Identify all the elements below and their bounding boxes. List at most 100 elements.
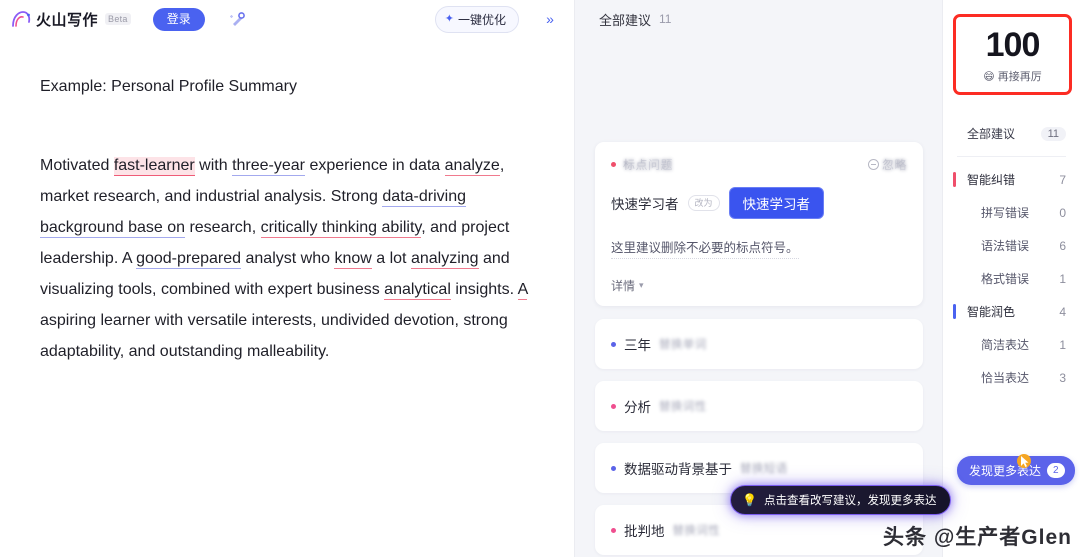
- sidebar-item-格式错误[interactable]: 格式错误 1: [943, 262, 1080, 295]
- suggestions-header-label: 全部建议: [599, 12, 652, 28]
- suggestions-list[interactable]: 标点问题 忽略 快速学习者 改为 快速学习者 这里建议删除不必要的标点符号。 详…: [575, 38, 952, 557]
- discover-count: 2: [1047, 463, 1065, 478]
- sidebar-sub-label: 格式错误: [981, 272, 1030, 286]
- sidebar-item-恰当表达[interactable]: 恰当表达 3: [943, 361, 1080, 394]
- sidebar-groups-container: 智能纠错 7 拼写错误 0 语法错误 6 格式错误 1 智能润色 4 简洁表达 1 恰当表达 3: [943, 163, 1080, 394]
- doc-text: analyst who: [241, 250, 335, 267]
- smiley-emoji-icon: 😄: [983, 70, 995, 83]
- doc-text: a lot: [371, 250, 411, 267]
- editor-column: 火山写作 Beta 登录 ✦ 一键优化 » Example: Personal …: [0, 0, 575, 557]
- chevron-down-icon: ▾: [639, 280, 644, 290]
- sidebar-sub-label: 拼写错误: [981, 206, 1030, 220]
- score-value: 100: [985, 26, 1041, 64]
- card-category-label: 标点问题: [623, 158, 674, 172]
- sparkle-icon: ✦: [444, 12, 454, 25]
- suggestion-kind: 替换单词: [659, 339, 707, 351]
- circle-minus-icon: [867, 159, 879, 170]
- detail-label: 详情: [611, 279, 636, 293]
- suggestions-column: 全部建议 11 标点问题 忽略 快速学习者 改为 快速学习者 这里建议删除不必要…: [575, 0, 952, 557]
- doc-marked-error[interactable]: analytical: [384, 281, 451, 300]
- document-editor[interactable]: Example: Personal Profile Summary Motiva…: [0, 38, 575, 557]
- doc-marked-error[interactable]: know: [334, 250, 372, 269]
- suggestion-dot-icon: [611, 403, 616, 409]
- sidebar-item-all-suggestions[interactable]: 全部建议 11: [943, 117, 1080, 150]
- double-chevron-right-icon[interactable]: »: [537, 6, 563, 32]
- app-root: 火山写作 Beta 登录 ✦ 一键优化 » Example: Personal …: [0, 0, 1080, 557]
- doc-marked-rewrite[interactable]: good-prepared: [136, 250, 242, 269]
- ignore-button[interactable]: 忽略: [867, 156, 907, 173]
- watermark: 头条 @生产者Glen: [883, 526, 1072, 549]
- group-count: 4: [1059, 304, 1066, 319]
- top-toolbar: 火山写作 Beta 登录 ✦ 一键优化 »: [0, 0, 575, 38]
- suggestion-dot-icon: [611, 527, 616, 533]
- suggestion-word: 数据驱动背景基于: [624, 462, 732, 477]
- sidebar-all-count: 11: [1040, 126, 1066, 141]
- suggestion-dot-icon: [611, 465, 616, 471]
- suggestion-word: 分析: [624, 400, 651, 415]
- sidebar-sub-count: 6: [1059, 238, 1066, 253]
- score-card: 100 😄 再接再厉: [953, 14, 1072, 95]
- sidebar-sub-label: 简洁表达: [981, 338, 1030, 352]
- sidebar-sub-label: 语法错误: [981, 239, 1030, 253]
- suggestion-items-container: 三年 替换单词 分析 替换词性 数据驱动背景基于 替换短语 批判地 替换词性: [595, 319, 923, 555]
- suggestion-kind: 替换短语: [740, 463, 788, 475]
- suggestion-word: 三年: [624, 338, 651, 353]
- group-label: 智能纠错: [967, 173, 1016, 187]
- sidebar-item-拼写错误[interactable]: 拼写错误 0: [943, 196, 1080, 229]
- original-word: 快速学习者: [611, 197, 679, 212]
- suggestion-kind: 替换词性: [672, 525, 721, 537]
- card-detail-toggle[interactable]: 详情 ▾: [611, 277, 907, 294]
- sidebar-item-简洁表达[interactable]: 简洁表达 1: [943, 328, 1080, 361]
- doc-text: research,: [185, 219, 261, 236]
- document-body[interactable]: Motivated fast-learner with three-year e…: [40, 150, 535, 367]
- doc-marked-error[interactable]: A: [517, 281, 528, 300]
- suggestion-item[interactable]: 分析 替换词性: [595, 381, 923, 431]
- sidebar-group-智能纠错[interactable]: 智能纠错 7: [943, 163, 1080, 196]
- group-label: 智能润色: [967, 305, 1016, 319]
- suggestion-card-active[interactable]: 标点问题 忽略 快速学习者 改为 快速学习者 这里建议删除不必要的标点符号。 详…: [595, 142, 923, 306]
- doc-text: Motivated: [40, 157, 114, 174]
- apply-suggestion-button[interactable]: 快速学习者: [728, 187, 825, 219]
- score-subtitle: 😄 再接再厉: [956, 68, 1069, 84]
- doc-marked-rewrite[interactable]: three-year: [232, 157, 305, 176]
- doc-marked-error[interactable]: critically thinking ability: [260, 219, 422, 238]
- suggestion-item[interactable]: 三年 替换单词: [595, 319, 923, 369]
- rewrite-tooltip: 💡 点击查看改写建议，发现更多表达: [730, 485, 952, 515]
- suggestions-header-count: 11: [659, 12, 672, 26]
- doc-marked-error-highlight[interactable]: fast-learner: [113, 157, 195, 176]
- card-note: 这里建议删除不必要的标点符号。: [611, 239, 799, 259]
- one-click-optimize-button[interactable]: ✦ 一键优化: [434, 5, 519, 33]
- card-category: 标点问题: [611, 156, 673, 173]
- magic-wand-icon[interactable]: [225, 6, 251, 32]
- sidebar-sub-count: 1: [1059, 271, 1066, 286]
- doc-marked-error[interactable]: analyzing: [410, 250, 479, 269]
- change-to-pill: 改为: [687, 195, 720, 211]
- doc-text: aspiring learner with versatile interest…: [40, 312, 508, 360]
- volcano-logo-icon: [10, 9, 32, 29]
- optimize-label: 一键优化: [457, 12, 506, 27]
- sidebar-all-label: 全部建议: [967, 127, 1016, 141]
- score-subtitle-text: 再接再厉: [997, 71, 1042, 83]
- discover-label: 发现更多表达: [969, 464, 1042, 478]
- document-title: Example: Personal Profile Summary: [40, 78, 297, 95]
- suggestions-header: 全部建议 11: [575, 0, 943, 38]
- sidebar-group-智能润色[interactable]: 智能润色 4: [943, 295, 1080, 328]
- sidebar-sub-count: 0: [1059, 205, 1066, 220]
- lightbulb-icon: 💡: [742, 493, 757, 507]
- suggestion-dot-icon: [611, 341, 616, 347]
- brand-name: 火山写作: [36, 11, 99, 29]
- brand: 火山写作 Beta: [10, 9, 131, 30]
- card-header: 标点问题 忽略: [611, 156, 907, 173]
- login-button[interactable]: 登录: [152, 7, 205, 31]
- tooltip-text: 点击查看改写建议，发现更多表达: [763, 495, 937, 507]
- sidebar-sub-label: 恰当表达: [981, 371, 1030, 385]
- beta-badge: Beta: [105, 13, 131, 25]
- doc-marked-error[interactable]: analyze: [444, 157, 500, 176]
- discover-more-expressions-button[interactable]: 发现更多表达 2: [957, 456, 1075, 485]
- sidebar-sub-count: 3: [1059, 370, 1066, 385]
- group-accent-bar: [953, 172, 956, 187]
- doc-text: with: [194, 157, 233, 174]
- ignore-label: 忽略: [881, 158, 907, 172]
- group-count: 7: [1059, 172, 1066, 187]
- sidebar-item-语法错误[interactable]: 语法错误 6: [943, 229, 1080, 262]
